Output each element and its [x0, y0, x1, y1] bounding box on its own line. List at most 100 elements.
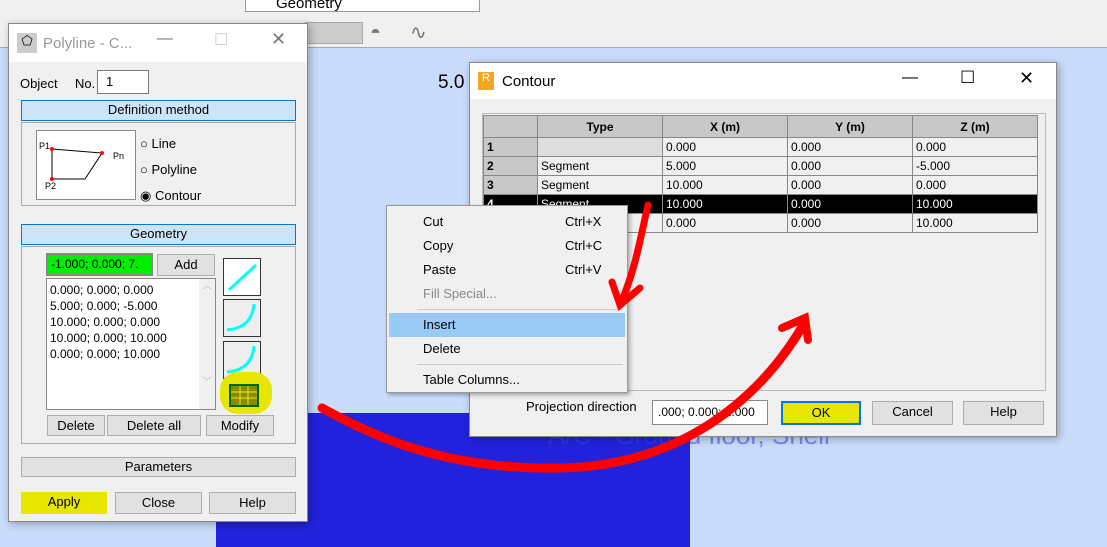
menu-item-delete[interactable]: Delete — [389, 337, 625, 361]
table-cell[interactable]: 10.000 — [912, 213, 1038, 233]
surface-icon[interactable]: ◓ — [370, 22, 381, 43]
menu-label: Cut — [423, 214, 444, 229]
menu-label: Paste — [423, 262, 457, 277]
menu-label: Fill Special... — [423, 286, 497, 301]
menu-item-copy[interactable]: Copy Ctrl+C — [389, 234, 625, 258]
coordinate-input[interactable]: -1.000; 0.000; 7. — [46, 253, 153, 276]
column-header-z[interactable]: Z (m) — [912, 115, 1038, 138]
wave-icon[interactable]: ∿ — [410, 20, 427, 45]
modify-button[interactable]: Modify — [206, 415, 274, 436]
dialog-title: Contour — [502, 72, 556, 90]
ruler-label: 5.0 — [438, 72, 465, 93]
radio-contour[interactable]: ◉ Contour — [140, 183, 201, 209]
list-scrollbar[interactable]: ︿ ﹀ — [199, 279, 215, 409]
row-header[interactable]: 1 — [483, 137, 538, 157]
close-dialog-button[interactable]: Close — [115, 492, 202, 514]
radio-polyline[interactable]: ○ Polyline — [140, 157, 201, 183]
cancel-button[interactable]: Cancel — [872, 401, 953, 425]
menu-item-insert[interactable]: Insert — [389, 313, 625, 337]
table-cell[interactable]: 10.000 — [662, 194, 788, 214]
ok-button[interactable]: OK — [781, 401, 861, 425]
column-header-type[interactable]: Type — [537, 115, 663, 138]
table-row[interactable]: 2 Segment 5.000 0.000 -5.000 — [483, 156, 1038, 176]
module-combo[interactable]: Geometry — [245, 0, 480, 12]
table-cell[interactable]: 0.000 — [912, 137, 1038, 157]
menu-item-paste[interactable]: Paste Ctrl+V — [389, 258, 625, 282]
projection-input[interactable]: .000; 0.000; 1.000 — [652, 400, 768, 425]
apply-button[interactable]: Apply — [21, 492, 107, 514]
table-cell[interactable]: 0.000 — [912, 175, 1038, 195]
column-header-index — [483, 115, 538, 138]
menu-item-fill-special: Fill Special... — [389, 282, 625, 306]
close-button[interactable]: ✕ — [1019, 68, 1034, 89]
help-button[interactable]: Help — [209, 492, 296, 514]
table-edit-icon[interactable] — [229, 384, 259, 407]
table-header: Type X (m) Y (m) Z (m) — [483, 115, 1038, 138]
table-cell[interactable]: 10.000 — [662, 175, 788, 195]
column-header-y[interactable]: Y (m) — [787, 115, 913, 138]
table-cell[interactable]: -5.000 — [912, 156, 1038, 176]
geometry-header[interactable]: Geometry — [21, 224, 296, 245]
shortcut: Ctrl+X — [565, 214, 602, 229]
menu-separator — [417, 309, 623, 310]
points-list[interactable]: 0.000; 0.000; 0.000 5.000; 0.000; -5.000… — [46, 278, 216, 410]
menu-item-cut[interactable]: Cut Ctrl+X — [389, 210, 625, 234]
menu-label: Table Columns... — [423, 372, 520, 387]
minimize-button[interactable]: — — [902, 69, 918, 87]
polyline-icon: ⬠ — [17, 33, 37, 53]
table-cell[interactable]: 0.000 — [787, 156, 913, 176]
list-item[interactable]: 10.000; 0.000; 10.000 — [50, 330, 212, 346]
no-label: No. — [75, 76, 96, 91]
maximize-button[interactable]: ☐ — [960, 68, 975, 88]
radio-line[interactable]: ○ Line — [140, 131, 201, 157]
radio-icon: ○ — [140, 136, 148, 151]
table-row[interactable]: 1 0.000 0.000 0.000 — [483, 137, 1038, 157]
row-header[interactable]: 3 — [483, 175, 538, 195]
table-cell[interactable]: 0.000 — [662, 213, 788, 233]
add-button[interactable]: Add — [157, 254, 215, 276]
radio-checked-icon: ◉ — [140, 188, 152, 203]
definition-method-header[interactable]: Definition method — [21, 100, 296, 121]
column-header-x[interactable]: X (m) — [662, 115, 788, 138]
definition-preview: P1 Pn P2 — [36, 130, 136, 200]
list-item[interactable]: 0.000; 0.000; 10.000 — [50, 346, 212, 362]
radio-label: Contour — [154, 188, 202, 203]
table-cell[interactable]: 0.000 — [787, 213, 913, 233]
delete-button[interactable]: Delete — [47, 415, 105, 436]
title-bar: R Contour — ☐ ✕ — [470, 63, 1056, 99]
list-item[interactable]: 10.000; 0.000; 0.000 — [50, 314, 212, 330]
menu-label: Insert — [423, 317, 456, 332]
table-cell[interactable] — [537, 137, 663, 157]
parameters-header[interactable]: Parameters — [21, 457, 296, 477]
table-cell[interactable]: 0.000 — [787, 137, 913, 157]
arc-tool-icon[interactable] — [223, 299, 261, 337]
title-bar: ⬠ Polyline - C... — ☐ ✕ — [9, 24, 307, 62]
menu-label: Delete — [423, 341, 461, 356]
radio-label: Polyline — [151, 162, 198, 177]
close-button[interactable]: ✕ — [271, 29, 286, 50]
row-header[interactable]: 2 — [483, 156, 538, 176]
object-number-input[interactable]: 1 — [97, 70, 149, 94]
table-cell[interactable]: 0.000 — [787, 175, 913, 195]
app-icon: R — [478, 72, 494, 90]
menu-label: Copy — [423, 238, 454, 253]
dialog-title: Polyline - C... — [43, 34, 133, 52]
table-cell[interactable]: 0.000 — [787, 194, 913, 214]
line-tool-icon[interactable] — [223, 258, 261, 296]
projection-label: Projection direction — [526, 399, 637, 414]
table-cell[interactable]: 10.000 — [912, 194, 1038, 214]
list-item[interactable]: 0.000; 0.000; 0.000 — [50, 282, 212, 298]
table-row[interactable]: 3 Segment 10.000 0.000 0.000 — [483, 175, 1038, 195]
list-item[interactable]: 5.000; 0.000; -5.000 — [50, 298, 212, 314]
disabled-combo — [305, 22, 363, 44]
minimize-button[interactable]: — — [157, 30, 173, 48]
shortcut: Ctrl+V — [565, 262, 602, 277]
table-cell[interactable]: 5.000 — [662, 156, 788, 176]
table-cell[interactable]: Segment — [537, 175, 663, 195]
menu-item-table-columns[interactable]: Table Columns... — [389, 368, 625, 392]
help-button[interactable]: Help — [963, 401, 1044, 425]
maximize-button[interactable]: ☐ — [214, 30, 228, 50]
delete-all-button[interactable]: Delete all — [107, 415, 201, 436]
table-cell[interactable]: 0.000 — [662, 137, 788, 157]
table-cell[interactable]: Segment — [537, 156, 663, 176]
